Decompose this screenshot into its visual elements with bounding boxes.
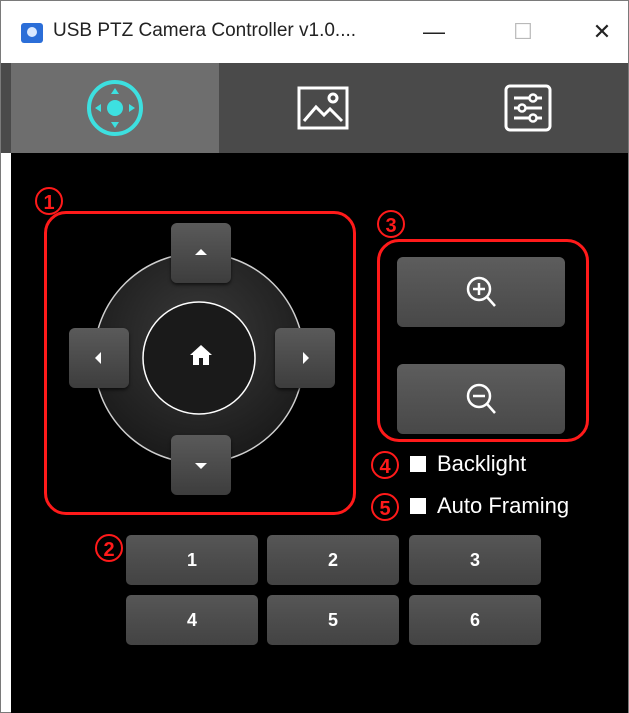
zoom-in-icon: [466, 276, 496, 307]
annotation-1: 1: [35, 187, 63, 215]
annotation-4: 4: [371, 451, 399, 479]
preset-5-button[interactable]: 5: [267, 595, 399, 645]
arrow-up-icon: [195, 249, 207, 255]
joystick-icon: [87, 80, 143, 136]
pan-left-button[interactable]: [69, 328, 129, 388]
backlight-checkbox[interactable]: [410, 456, 426, 472]
preset-2-button[interactable]: 2: [267, 535, 399, 585]
annotation-3: 3: [377, 210, 405, 238]
minimize-button[interactable]: —: [411, 15, 457, 49]
title-bar: USB PTZ Camera Controller v1.0.... — ☐ ✕: [1, 1, 628, 63]
tab-bar: [1, 63, 628, 153]
annotation-2: 2: [95, 534, 123, 562]
home-icon: [190, 345, 212, 365]
preset-1-button[interactable]: 1: [126, 535, 258, 585]
preset-3-button[interactable]: 3: [409, 535, 541, 585]
zoom-out-button[interactable]: [397, 364, 565, 434]
app-window: USB PTZ Camera Controller v1.0.... — ☐ ✕: [0, 0, 629, 713]
tilt-up-button[interactable]: [171, 223, 231, 283]
tab-settings[interactable]: [427, 63, 628, 153]
maximize-button[interactable]: ☐: [500, 15, 546, 49]
preset-6-button[interactable]: 6: [409, 595, 541, 645]
pan-right-button[interactable]: [275, 328, 335, 388]
window-title: USB PTZ Camera Controller v1.0....: [53, 20, 357, 41]
sliders-icon: [504, 84, 551, 132]
image-icon: [297, 86, 349, 130]
close-button[interactable]: ✕: [579, 15, 625, 49]
tab-ptz-control[interactable]: [11, 63, 219, 153]
tilt-down-button[interactable]: [171, 435, 231, 495]
backlight-label: Backlight: [437, 451, 527, 476]
zoom-out-icon: [466, 383, 496, 414]
auto-framing-checkbox[interactable]: [410, 498, 426, 514]
camera-app-icon: [21, 23, 43, 43]
arrow-left-icon: [95, 352, 101, 364]
arrow-right-icon: [303, 352, 309, 364]
auto-framing-label: Auto Framing: [437, 493, 570, 518]
tab-image[interactable]: [219, 63, 427, 153]
zoom-in-button[interactable]: [397, 257, 565, 327]
annotation-5: 5: [371, 493, 399, 521]
preset-4-button[interactable]: 4: [126, 595, 258, 645]
arrow-down-icon: [195, 463, 207, 469]
ptz-panel: 1 3 4 Backlight 5 Auto Framing 2 1 2 3 4…: [11, 153, 628, 713]
